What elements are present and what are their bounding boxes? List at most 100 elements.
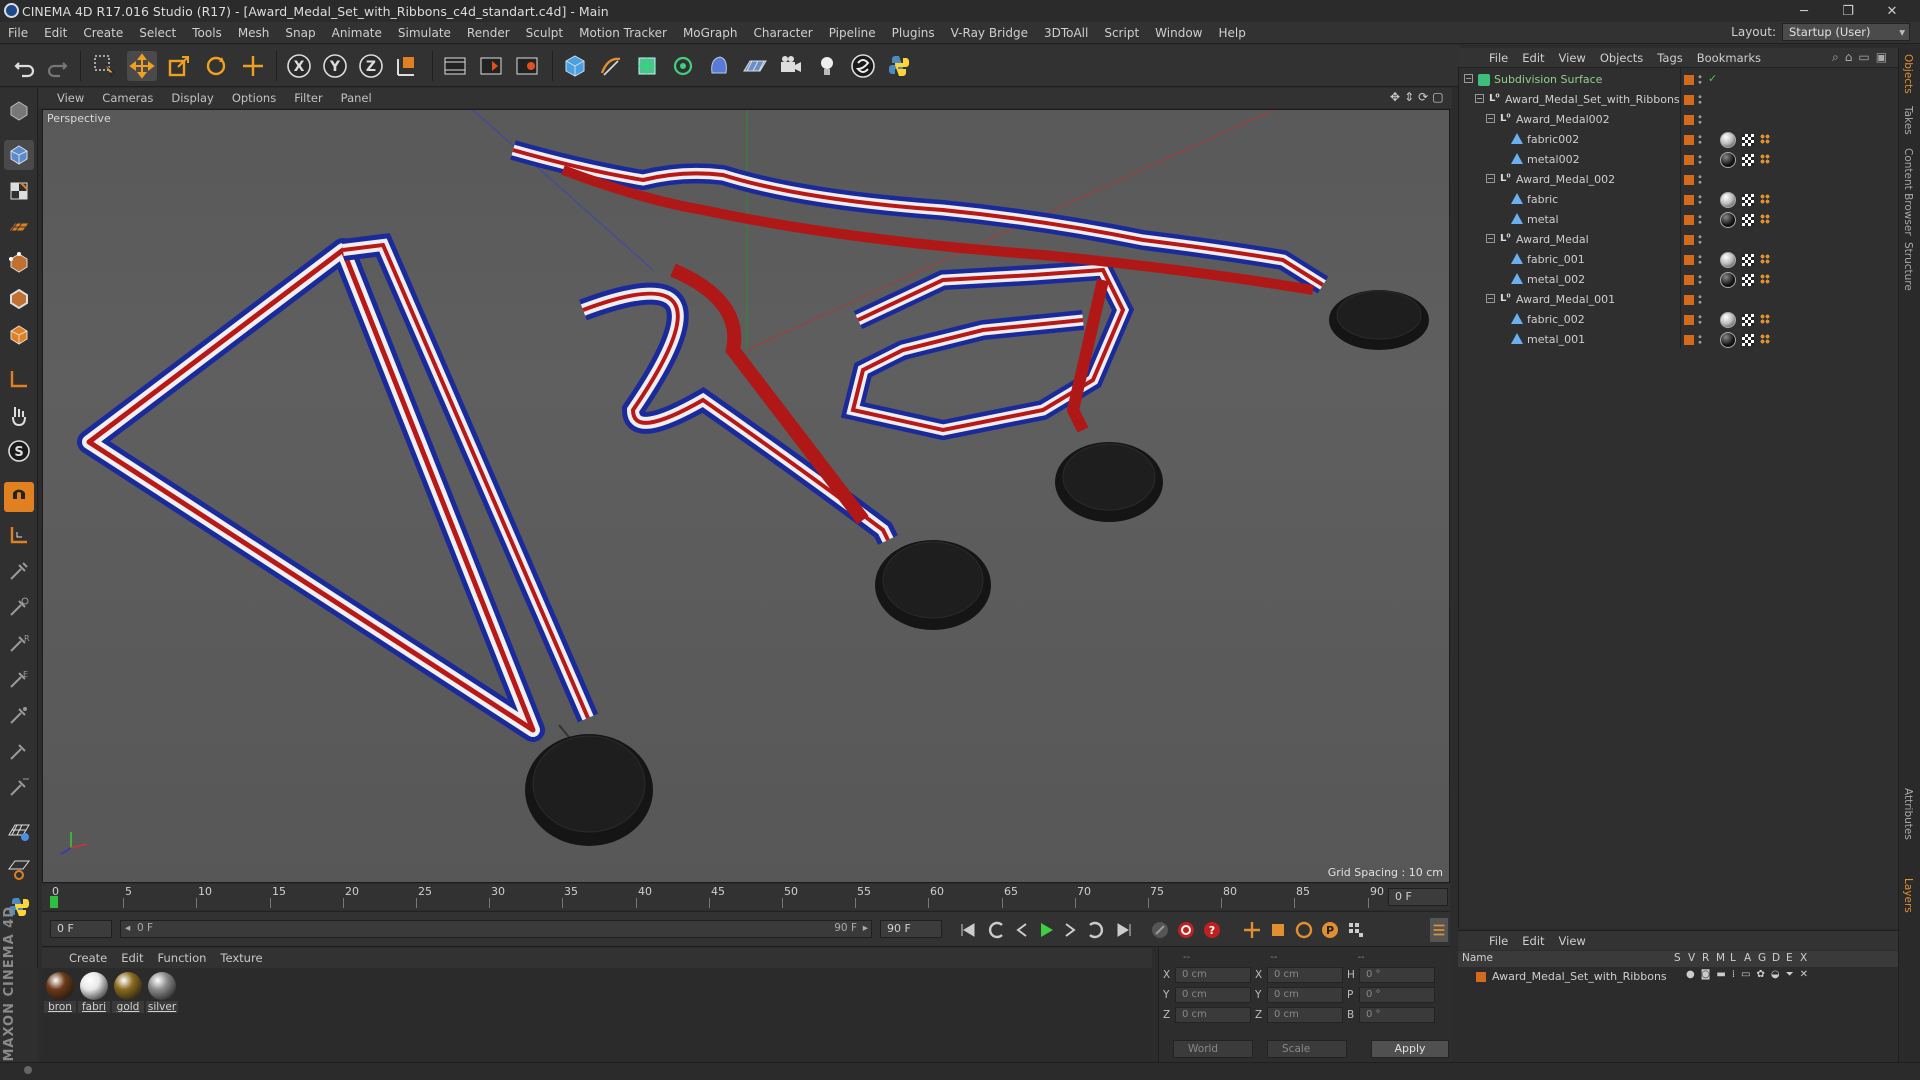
coord-field[interactable]: 0 cm [1175,1007,1251,1023]
menu-plugins[interactable]: Plugins [884,22,943,44]
side-tab-takes[interactable]: Takes [1902,106,1914,135]
close-icon[interactable]: ✕ [1870,0,1914,22]
z-axis-icon[interactable]: Z [356,51,386,81]
visibility-dots-icon[interactable] [1698,74,1702,85]
coord-field[interactable]: 0 ° [1359,967,1435,983]
material-tag-icon[interactable] [1720,212,1736,228]
coordinate-system-icon[interactable] [392,51,422,81]
render-view-icon[interactable] [440,51,470,81]
timeline-menu-icon[interactable] [1430,918,1448,942]
keyframe-selection-icon[interactable]: ? [1200,918,1224,942]
layer-column-m[interactable]: M [1716,952,1725,964]
cloner-icon[interactable] [668,51,698,81]
menu-tools[interactable]: Tools [184,22,230,44]
home-icon[interactable]: ⌂ [1845,50,1853,65]
key-parameter-icon[interactable]: P [1318,918,1342,942]
side-tab-structure[interactable]: Structure [1902,242,1914,291]
material-menu-create[interactable]: Create [62,951,114,965]
object-row[interactable]: − Subdivision Surface ✓ [1458,70,1896,90]
menu-snap[interactable]: Snap [277,22,323,44]
texture-tag-icon[interactable] [1760,194,1770,204]
layer-column-e[interactable]: E [1786,952,1793,964]
object-menu-tags[interactable]: Tags [1650,51,1689,65]
layer-column-x[interactable]: X [1800,952,1807,964]
layer-row[interactable]: Award_Medal_Set_with_Ribbons ●◙▬⁞▭✿◒⏷✕ [1458,968,1898,986]
snap-icon[interactable]: S [4,436,34,466]
menu-simulate[interactable]: Simulate [390,22,459,44]
material-menu-texture[interactable]: Texture [213,951,269,965]
y-axis-icon[interactable]: Y [320,51,350,81]
object-row[interactable]: fabric_001 [1458,250,1896,270]
collapse-toggle-icon[interactable]: − [1486,114,1495,123]
dolly-icon[interactable]: ⇕ [1404,90,1414,104]
rotate-icon[interactable] [201,51,231,81]
layer-column-v[interactable]: V [1688,952,1695,964]
object-row[interactable]: metal [1458,210,1896,230]
x-axis-icon[interactable]: X [284,51,314,81]
move-icon[interactable] [127,51,157,81]
uvw-tag-icon[interactable] [1742,334,1754,346]
coord-field[interactable]: 0 ° [1359,1007,1435,1023]
object-row[interactable]: − L⁰ Award_Medal_001 [1458,290,1896,310]
tweak-mode-icon[interactable] [4,400,34,430]
collapse-toggle-icon[interactable]: − [1464,74,1473,83]
layer-menu-view[interactable]: View [1552,934,1593,948]
light-icon[interactable] [812,51,842,81]
material-tag-icon[interactable] [1720,152,1736,168]
menu-pipeline[interactable]: Pipeline [821,22,884,44]
redo-icon[interactable] [42,51,72,81]
minimize-icon[interactable]: ─ [1782,0,1826,22]
layer-column-s[interactable]: S [1674,952,1681,964]
layout-dropdown[interactable]: Startup (User) [1782,23,1910,41]
menu-animate[interactable]: Animate [324,22,390,44]
layer-column-d[interactable]: D [1772,952,1780,964]
collapse-toggle-icon[interactable]: − [1486,234,1495,243]
goto-end-icon[interactable] [1112,918,1136,942]
visibility-dots-icon[interactable] [1698,234,1702,245]
texture-tag-icon[interactable] [1760,274,1770,284]
collapse-toggle-icon[interactable]: − [1486,174,1495,183]
coord-field[interactable]: 0 cm [1267,1007,1343,1023]
collapse-toggle-icon[interactable]: − [1486,294,1495,303]
object-row[interactable]: fabric002 [1458,130,1896,150]
undo-icon[interactable] [10,51,40,81]
timeline-end-field[interactable]: 0 F [1388,888,1448,906]
visibility-dots-icon[interactable] [1698,134,1702,145]
camera-icon[interactable] [776,51,806,81]
subdivision-icon[interactable] [632,51,662,81]
visibility-dots-icon[interactable] [1698,114,1702,125]
side-tab-attributes[interactable]: Attributes [1902,788,1914,840]
brush-tool-3-icon[interactable]: R [4,628,34,658]
layer-column-l[interactable]: L [1730,952,1736,964]
material-swatch[interactable]: silver [146,972,178,1013]
visibility-dots-icon[interactable] [1698,274,1702,285]
next-frame-icon[interactable] [1058,918,1082,942]
points-mode-icon[interactable] [4,248,34,278]
search-icon[interactable]: ⌕ [1832,50,1839,65]
object-menu-edit[interactable]: Edit [1515,51,1551,65]
uvw-tag-icon[interactable] [1742,254,1754,266]
python-icon[interactable] [884,51,914,81]
goto-start-icon[interactable] [956,918,980,942]
object-row[interactable]: fabric [1458,190,1896,210]
object-row[interactable]: metal002 [1458,150,1896,170]
object-row[interactable]: − L⁰ Award_Medal002 [1458,110,1896,130]
timeline-ruler[interactable]: 0 5 10 15 20 25 30 35 40 45 50 55 60 65 70 75 80 85 90 0 F [42,884,1450,910]
menu-render[interactable]: Render [459,22,518,44]
side-tab-layers[interactable]: Layers [1902,878,1914,913]
menu-character[interactable]: Character [745,22,820,44]
uvw-tag-icon[interactable] [1742,194,1754,206]
object-row[interactable]: − L⁰ Award_Medal_002 [1458,170,1896,190]
range-slider[interactable]: ◂ 0 F 90 F ▸ [120,920,872,938]
texture-mode-icon[interactable] [4,176,34,206]
record-keys-icon[interactable] [1148,918,1172,942]
uvw-tag-icon[interactable] [1742,314,1754,326]
object-row[interactable]: metal_001 [1458,330,1896,350]
texture-tag-icon[interactable] [1760,134,1770,144]
texture-tag-icon[interactable] [1760,214,1770,224]
menu-v-ray-bridge[interactable]: V-Ray Bridge [943,22,1036,44]
pan-icon[interactable]: ✥ [1390,90,1400,104]
side-tab-content-browser[interactable]: Content Browser [1902,148,1914,236]
menu-mograph[interactable]: MoGraph [675,22,746,44]
material-swatch[interactable]: gold [112,972,144,1013]
